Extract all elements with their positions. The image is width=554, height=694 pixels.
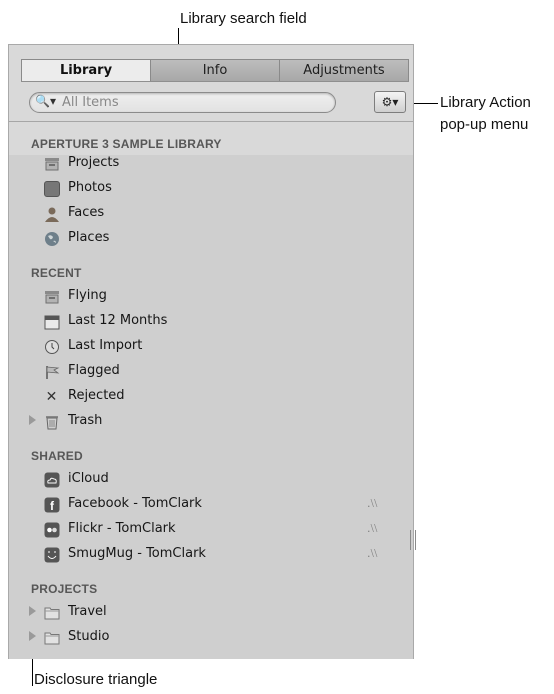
calendar-icon [43,313,60,330]
list-item-label: Photos [68,180,112,195]
folder-icon [43,604,60,621]
disclosure-triangle-icon[interactable] [29,606,36,616]
library-action-menu-button[interactable]: ⚙▾ [374,91,406,113]
folder-icon [43,629,60,646]
inspector-tabs: Library Info Adjustments [21,59,409,82]
list-item-label: Flying [68,288,107,303]
projects-icon [43,155,60,172]
list-item-label: Projects [68,155,120,170]
list-item-label: Travel [68,604,107,619]
list-item-facebook[interactable]: f Facebook - TomClark .⧵⧵ [35,494,413,516]
reject-x-icon: ✕ [45,388,58,405]
list-item-label: Studio [68,629,110,644]
smugmug-icon [43,546,60,563]
project-box-icon [43,288,60,305]
places-icon [43,230,60,247]
list-item-label: Flickr - TomClark [68,521,176,536]
list-item-photos[interactable]: Photos [35,178,413,200]
list-item-flickr[interactable]: Flickr - TomClark .⧵⧵ [35,519,413,541]
list-item-rejected[interactable]: ✕ Rejected [35,386,413,408]
list-item-label: Trash [68,413,103,428]
section-header-recent: RECENT [31,266,82,280]
callout-action-menu-line2: pop-up menu [440,116,529,133]
disclosure-triangle-icon[interactable] [29,415,36,425]
library-inspector-panel: Library Info Adjustments 🔍▾ ⚙▾ APERTURE … [8,44,414,659]
library-search-field[interactable]: 🔍▾ [29,92,336,113]
photos-icon [43,180,60,197]
list-item-last-import[interactable]: Last Import [35,336,413,358]
panel-resize-handle[interactable] [410,530,416,550]
tab-library[interactable]: Library [21,59,151,81]
list-item-places[interactable]: Places [35,228,413,250]
list-item-label: Last 12 Months [68,313,168,328]
list-item-flying[interactable]: Flying [35,286,413,308]
tab-info[interactable]: Info [151,59,280,81]
section-header-projects: PROJECTS [31,582,98,596]
section-header-shared: SHARED [31,449,83,463]
list-item-last-12-months[interactable]: Last 12 Months [35,311,413,333]
broadcast-icon: .⧵⧵ [367,547,378,560]
gear-dropdown-icon: ⚙▾ [381,95,399,109]
callout-search-field: Library search field [180,10,307,27]
list-item-label: Last Import [68,338,143,353]
magnifier-dropdown-icon[interactable]: 🔍▾ [35,94,56,108]
callout-line-disclosure [32,656,33,686]
list-item-label: Rejected [68,388,125,403]
broadcast-icon: .⧵⧵ [367,522,378,535]
list-item-studio[interactable]: Studio [29,627,413,649]
icloud-icon [43,471,60,488]
import-clock-icon [43,338,60,355]
list-item-label: iCloud [68,471,109,486]
disclosure-triangle-icon[interactable] [29,631,36,641]
facebook-icon: f [43,496,60,513]
list-item-trash[interactable]: Trash [29,411,413,433]
list-item-travel[interactable]: Travel [29,602,413,624]
callout-disclosure: Disclosure triangle [34,671,158,688]
flag-icon [43,363,60,380]
list-item-label: Facebook - TomClark [68,496,202,511]
list-item-label: SmugMug - TomClark [68,546,206,561]
list-item-label: Places [68,230,110,245]
list-item-flagged[interactable]: Flagged [35,361,413,383]
tab-adjustments[interactable]: Adjustments [280,59,409,81]
search-input[interactable] [62,93,322,112]
list-item-smugmug[interactable]: SmugMug - TomClark .⧵⧵ [35,544,413,566]
faces-icon [43,205,60,222]
list-item-label: Faces [68,205,105,220]
list-item-label: Flagged [68,363,120,378]
section-header-library: APERTURE 3 SAMPLE LIBRARY [31,137,222,151]
list-item-faces[interactable]: Faces [35,203,413,225]
list-item-icloud[interactable]: iCloud [35,469,413,491]
toolbar-divider [9,121,413,122]
flickr-icon [43,521,60,538]
trash-icon [43,413,60,430]
broadcast-icon: .⧵⧵ [367,497,378,510]
list-item-projects[interactable]: Projects [35,153,413,175]
callout-action-menu-line1: Library Action [440,94,531,111]
